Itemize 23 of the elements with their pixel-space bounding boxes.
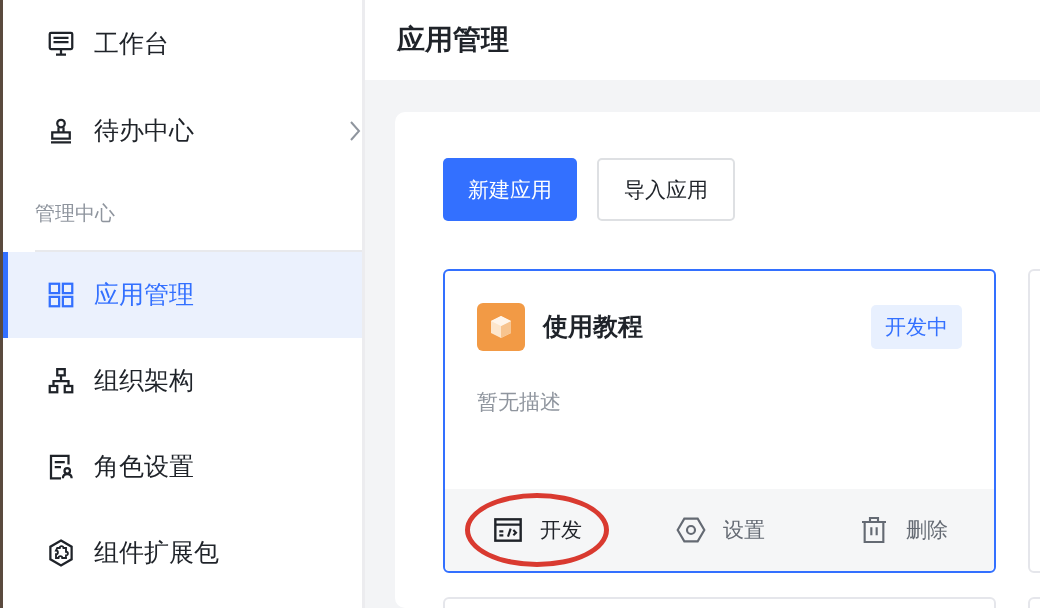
org-chart-icon: [46, 366, 76, 396]
grid-icon: [46, 280, 76, 310]
chevron-right-icon: [348, 120, 362, 142]
app-cube-icon: [477, 303, 525, 351]
develop-button[interactable]: 开发: [464, 493, 609, 567]
sidebar-item[interactable]: 应用管理: [3, 252, 362, 338]
puzzle-icon: [46, 538, 76, 568]
section-label: 管理中心: [35, 201, 115, 226]
settings-button[interactable]: 设置: [647, 493, 792, 567]
import-app-button[interactable]: 导入应用: [597, 158, 735, 221]
app-name: 使用教程: [543, 311, 643, 343]
app-description: 暂无描述: [477, 389, 562, 415]
delete-button[interactable]: 删除: [830, 493, 975, 567]
sidebar-item[interactable]: 工作台: [3, 0, 362, 88]
sidebar-item[interactable]: 待办中心: [3, 88, 362, 174]
sidebar-item[interactable]: 组织架构: [3, 338, 362, 424]
app-card[interactable]: 使用教程 开发中 暂无描述 开发 设置 删除: [443, 269, 996, 573]
sidebar-item[interactable]: 角色设置: [3, 424, 362, 510]
status-tag: 开发中: [871, 305, 962, 349]
monitor-icon: [46, 29, 76, 59]
page-title: 应用管理: [397, 23, 509, 57]
sidebar-item[interactable]: 组件扩展包: [3, 510, 362, 596]
create-app-button[interactable]: 新建应用: [443, 158, 577, 221]
